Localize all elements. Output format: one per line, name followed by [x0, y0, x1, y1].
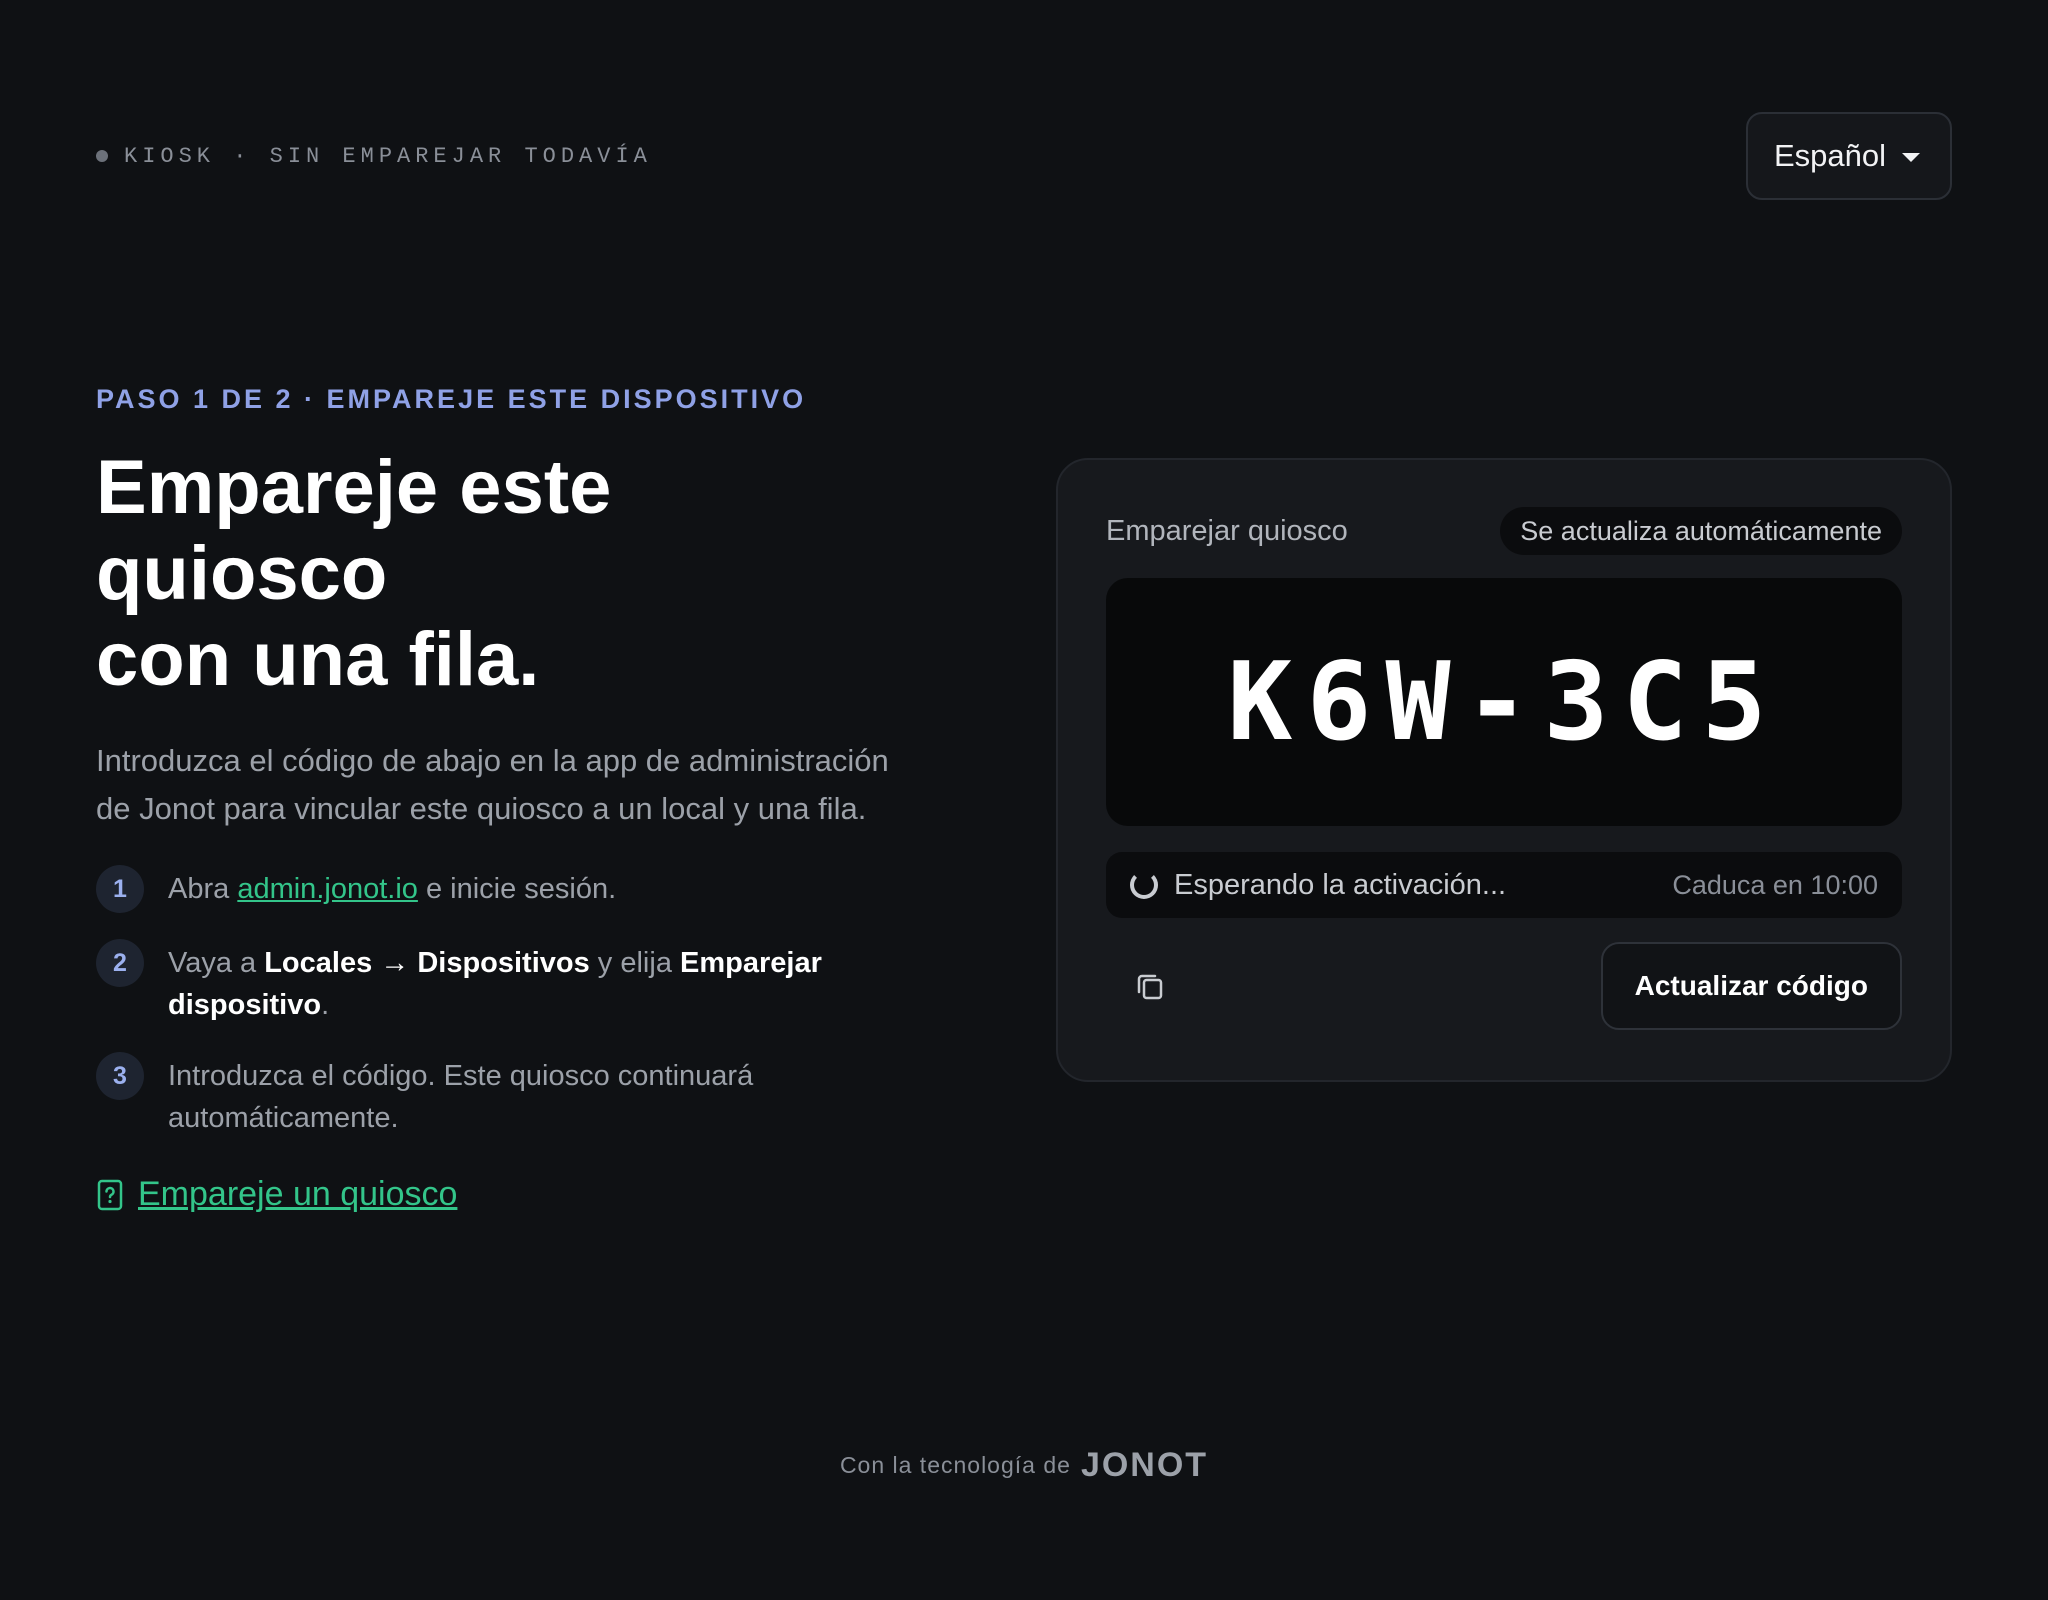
help-link-label: Empareje un quiosco — [138, 1175, 458, 1213]
card-header: Emparejar quiosco Se actualiza automátic… — [1106, 506, 1902, 556]
step-text-part: Vaya a — [168, 947, 265, 979]
card-title: Emparejar quiosco — [1106, 514, 1348, 547]
status-text: KIOSK · SIN EMPAREJAR TODAVÍA — [124, 143, 652, 169]
step-text-part: Abra — [168, 873, 238, 905]
expiry-timer: Caduca en 10:00 — [1672, 869, 1878, 900]
kiosk-status: KIOSK · SIN EMPAREJAR TODAVÍA — [96, 144, 652, 169]
title-line-2: con una fila. — [96, 617, 540, 702]
auto-refresh-badge: Se actualiza automáticamente — [1500, 507, 1902, 555]
chevron-down-icon — [1902, 153, 1920, 162]
footer: Con la tecnología de JONOT — [0, 1446, 2048, 1485]
step-1: 1 Abra admin.jonot.io e inicie sesión. — [96, 865, 996, 913]
step-text-part: . — [321, 989, 330, 1021]
jonot-logo: JONOT — [1080, 1446, 1209, 1484]
waiting-text: Esperando la activación... — [1174, 868, 1507, 901]
step-eyebrow: PASO 1 DE 2 · EMPAREJE ESTE DISPOSITIVO — [96, 384, 807, 414]
pairing-code-box: K6W-3C5 — [1106, 578, 1902, 826]
activation-status: Esperando la activación... Caduca en 10:… — [1106, 852, 1902, 918]
intro-section: PASO 1 DE 2 · EMPAREJE ESTE DISPOSITIVO … — [96, 384, 996, 1214]
step-2: 2 Vaya a Locales → Dispositivos y elija … — [96, 939, 996, 1026]
step-text: Introduzca el código. Este quiosco conti… — [168, 1060, 754, 1134]
powered-by-text: Con la tecnología de — [839, 1452, 1071, 1478]
steps-list: 1 Abra admin.jonot.io e inicie sesión. 2… — [96, 865, 996, 1139]
refresh-code-button[interactable]: Actualizar código — [1600, 942, 1902, 1030]
step-text-bold: Locales → Dispositivos — [264, 947, 590, 979]
pairing-code: K6W-3C5 — [1227, 639, 1781, 765]
top-bar: KIOSK · SIN EMPAREJAR TODAVÍA Español — [96, 112, 1952, 200]
intro-description: Introduzca el código de abajo en la app … — [96, 743, 889, 826]
step-number: 1 — [96, 865, 144, 913]
step-number: 3 — [96, 1052, 144, 1100]
page-title: Empareje este quiosco con una fila. — [96, 445, 916, 703]
step-text-part: y elija — [589, 947, 681, 979]
waiting-group: Esperando la activación... — [1130, 869, 1506, 902]
step-text: Abra admin.jonot.io e inicie sesión. — [168, 865, 968, 910]
copy-code-button[interactable] — [1106, 942, 1194, 1030]
step-3: 3 Introduzca el código. Este quiosco con… — [96, 1052, 996, 1139]
admin-link[interactable]: admin.jonot.io — [237, 873, 418, 905]
card-actions: Actualizar código — [1106, 942, 1902, 1030]
title-line-1: Empareje este quiosco — [96, 445, 612, 616]
help-document-icon — [97, 1179, 123, 1210]
pairing-card: Emparejar quiosco Se actualiza automátic… — [1056, 458, 1952, 1082]
status-dot-icon — [96, 150, 108, 162]
step-text-part: e inicie sesión. — [417, 873, 617, 905]
step-number: 2 — [96, 939, 144, 987]
copy-icon — [1137, 974, 1163, 1000]
language-selected: Español — [1773, 138, 1886, 173]
language-select[interactable]: Español — [1745, 112, 1952, 200]
step-text: Vaya a Locales → Dispositivos y elija Em… — [168, 939, 968, 1026]
kiosk-pairing-page: KIOSK · SIN EMPAREJAR TODAVÍA Español PA… — [0, 0, 2048, 1600]
spinner-icon — [1130, 871, 1158, 899]
help-link[interactable]: Empareje un quiosco — [96, 1175, 996, 1214]
